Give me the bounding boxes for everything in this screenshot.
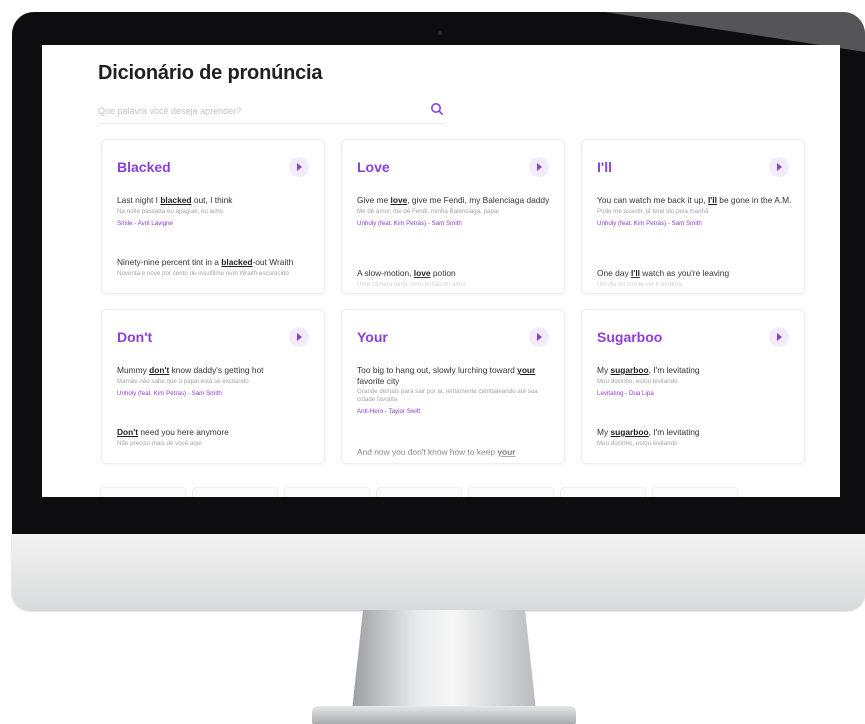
play-icon bbox=[777, 163, 782, 171]
play-button[interactable] bbox=[769, 327, 789, 347]
song-source-link[interactable]: Levitating - Dua Lipa bbox=[597, 390, 792, 398]
highlighted-word: your bbox=[497, 447, 516, 457]
play-button[interactable] bbox=[289, 157, 309, 177]
lyric-translation: Meu docinho, estou levitando bbox=[597, 439, 678, 447]
highlighted-word: sugarboo bbox=[610, 427, 649, 437]
lyric-translation: Grande demais para sair por aí, lentamen… bbox=[357, 388, 538, 403]
lyric-translation: Mamãe não sabe que o papai está se excit… bbox=[117, 377, 249, 385]
highlighted-word: blacked bbox=[160, 195, 192, 205]
play-icon bbox=[777, 333, 782, 341]
example-lyric: A slow-motion, love potion Uma câmera le… bbox=[357, 268, 552, 289]
search-input[interactable] bbox=[98, 103, 418, 119]
lyric-translation: Uma câmera lenta, uma poção do amor bbox=[357, 280, 467, 288]
card-placeholder bbox=[284, 487, 370, 497]
monitor-stand-base bbox=[312, 706, 576, 724]
card-placeholder bbox=[560, 487, 646, 497]
lyric-line: Don't need you here anymore bbox=[117, 427, 229, 437]
highlighted-word: I'll bbox=[707, 195, 717, 205]
page-title: Dicionário de pronúncia bbox=[98, 62, 323, 84]
lyric-line: Give me love, give me Fendi, my Balencia… bbox=[357, 195, 550, 205]
lyric-line: One day I'll watch as you're leaving bbox=[597, 268, 730, 278]
app-screen: Dicionário de pronúncia Blacked Last nig… bbox=[42, 45, 840, 497]
example-lyric: Mummy don't know daddy's getting hot Mam… bbox=[117, 365, 312, 398]
lyric-line: Last night I blacked out, I think bbox=[117, 195, 233, 205]
word-card[interactable]: Your Too big to hang out, slowly lurchin… bbox=[341, 309, 565, 464]
example-lyric: And now you don't know how to keep your bbox=[357, 447, 552, 458]
highlighted-word: don't bbox=[149, 365, 170, 375]
monitor-chin bbox=[12, 534, 865, 610]
highlighted-word: love bbox=[413, 268, 431, 278]
card-word: Love bbox=[357, 159, 390, 175]
lyric-translation: Não preciso mais de você aqui bbox=[117, 439, 202, 447]
camera-dot bbox=[438, 31, 442, 35]
lyric-line: A slow-motion, love potion bbox=[357, 268, 456, 278]
play-button[interactable] bbox=[289, 327, 309, 347]
word-card[interactable]: Blacked Last night I blacked out, I thin… bbox=[101, 139, 325, 294]
song-source-link[interactable]: Unholy (feat. Kim Petras) - Sam Smith bbox=[597, 220, 792, 228]
lyric-line: My sugarboo, I'm levitating bbox=[597, 427, 700, 437]
lyric-line: Mummy don't know daddy's getting hot bbox=[117, 365, 264, 375]
play-icon bbox=[537, 163, 542, 171]
monitor-stand-neck bbox=[352, 610, 536, 710]
word-card-grid: Blacked Last night I blacked out, I thin… bbox=[101, 139, 805, 497]
highlighted-word: sugarboo bbox=[610, 365, 649, 375]
highlighted-word: love bbox=[390, 195, 408, 205]
play-button[interactable] bbox=[769, 157, 789, 177]
search-icon[interactable] bbox=[430, 102, 444, 116]
card-placeholder bbox=[376, 487, 462, 497]
lyric-translation: Na noite passada eu apaguei, eu acho bbox=[117, 207, 223, 215]
card-word: Don't bbox=[117, 329, 153, 345]
monitor-lower-bezel bbox=[12, 504, 865, 534]
example-lyric: Too big to hang out, slowly lurching tow… bbox=[357, 365, 552, 416]
song-source-link[interactable]: Unholy (feat. Kim Petras) - Sam Smith bbox=[117, 390, 312, 398]
card-placeholder bbox=[100, 487, 186, 497]
card-word: Your bbox=[357, 329, 388, 345]
play-button[interactable] bbox=[529, 327, 549, 347]
example-lyric: One day I'll watch as you're leaving Um … bbox=[597, 268, 792, 289]
play-button[interactable] bbox=[529, 157, 549, 177]
word-card[interactable]: Sugarboo My sugarboo, I'm levitating Meu… bbox=[581, 309, 805, 464]
example-lyric: My sugarboo, I'm levitating Meu docinho,… bbox=[597, 365, 792, 398]
card-word: I'll bbox=[597, 159, 612, 175]
word-card[interactable]: Don't Mummy don't know daddy's getting h… bbox=[101, 309, 325, 464]
example-lyric: Don't need you here anymore Não preciso … bbox=[117, 427, 312, 448]
word-card[interactable]: Love Give me love, give me Fendi, my Bal… bbox=[341, 139, 565, 294]
lyric-line: My sugarboo, I'm levitating bbox=[597, 365, 700, 375]
song-source-link[interactable]: Smile - Avril Lavigne bbox=[117, 220, 312, 228]
example-lyric: Give me love, give me Fendi, my Balencia… bbox=[357, 195, 552, 228]
example-lyric: Ninety-nine percent tint in a blacked-ou… bbox=[117, 257, 312, 278]
lyric-translation: Pode me assistir, já terei ido pela manh… bbox=[597, 207, 709, 215]
card-placeholder bbox=[468, 487, 554, 497]
lyric-translation: Me dê amor, me dê Fendi, minha Balenciag… bbox=[357, 207, 499, 215]
more-cards-row bbox=[100, 487, 800, 497]
lyric-translation: Meu docinho, estou levitando bbox=[597, 377, 678, 385]
highlighted-word: I'll bbox=[631, 268, 640, 278]
play-icon bbox=[297, 333, 302, 341]
song-source-link[interactable]: Anti-Hero - Taylor Swift bbox=[357, 408, 552, 416]
lyric-translation: Um dia eu vou te ver ir embora bbox=[597, 280, 682, 288]
example-lyric: Last night I blacked out, I think Na noi… bbox=[117, 195, 312, 228]
song-source-link[interactable]: Unholy (feat. Kim Petras) - Sam Smith bbox=[357, 220, 552, 228]
card-placeholder bbox=[652, 487, 738, 497]
highlighted-word: your bbox=[517, 365, 536, 375]
search-bar bbox=[98, 101, 446, 124]
card-word: Blacked bbox=[117, 159, 171, 175]
highlighted-word: blacked bbox=[221, 257, 253, 267]
lyric-line: Ninety-nine percent tint in a blacked-ou… bbox=[117, 257, 294, 267]
example-lyric: My sugarboo, I'm levitating Meu docinho,… bbox=[597, 427, 792, 448]
card-word: Sugarboo bbox=[597, 329, 663, 345]
play-icon bbox=[537, 333, 542, 341]
word-card[interactable]: I'll You can watch me back it up, I'll b… bbox=[581, 139, 805, 294]
highlighted-word: Don't bbox=[117, 427, 139, 437]
example-lyric: You can watch me back it up, I'll be gon… bbox=[597, 195, 792, 228]
lyric-translation: Noventa e nove por cento de insulfilme n… bbox=[117, 269, 289, 277]
card-placeholder bbox=[192, 487, 278, 497]
lyric-line: You can watch me back it up, I'll be gon… bbox=[597, 195, 792, 205]
lyric-line: And now you don't know how to keep your bbox=[357, 447, 516, 457]
play-icon bbox=[297, 163, 302, 171]
lyric-line: Too big to hang out, slowly lurching tow… bbox=[357, 365, 536, 386]
